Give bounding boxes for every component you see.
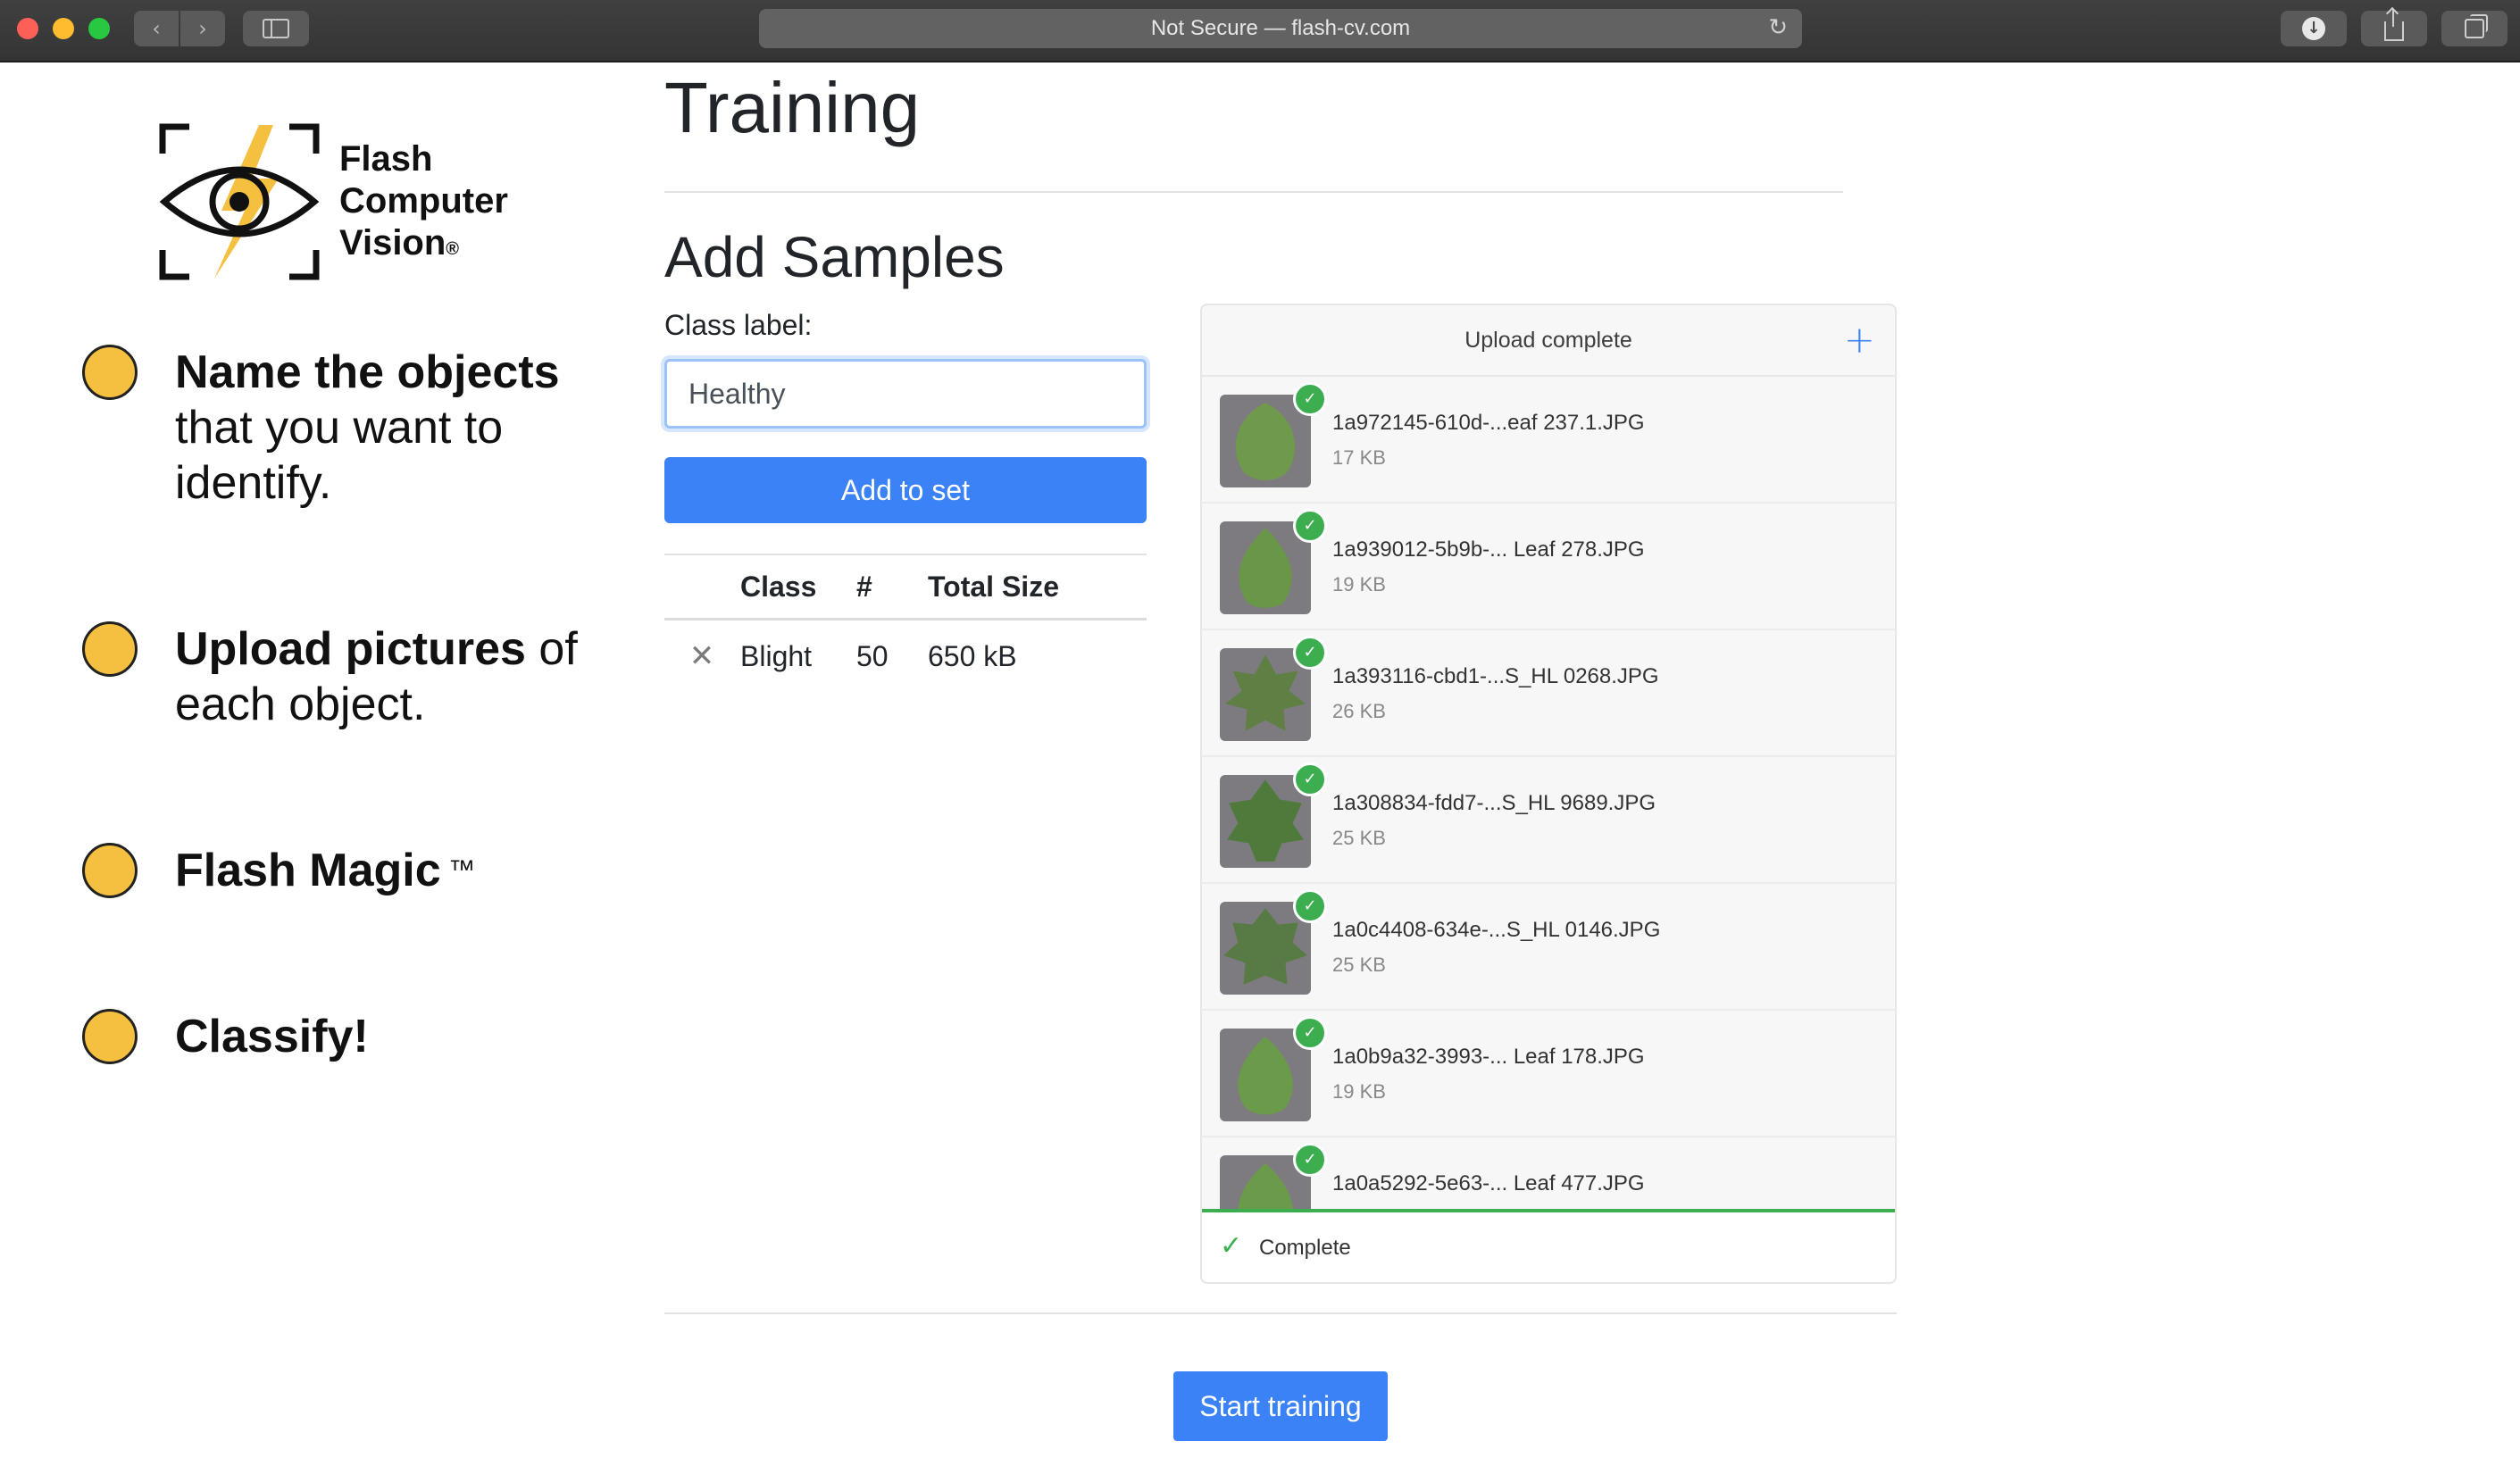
- table-header-row: Class # Total Size: [664, 554, 1147, 621]
- upload-footer: ✓ Complete: [1202, 1212, 1895, 1282]
- file-name: 1a0b9a32-3993-... Leaf 178.JPG: [1332, 1045, 1645, 1069]
- column-header-class: Class: [739, 554, 855, 621]
- class-name-cell: Blight: [740, 639, 813, 672]
- step-dot-icon: [82, 621, 138, 677]
- step-name-objects: Name the objects that you want to identi…: [82, 345, 577, 511]
- downloads-button[interactable]: ↓: [2281, 11, 2347, 46]
- file-size: 19 KB: [1332, 573, 1386, 596]
- column-header-count: #: [855, 554, 927, 621]
- close-window-button[interactable]: [17, 18, 38, 39]
- upload-success-icon: ✓: [1293, 509, 1327, 543]
- address-bar[interactable]: Not Secure — flash-cv.com ↻: [759, 9, 1802, 48]
- file-name: 1a0c4408-634e-...S_HL 0146.JPG: [1332, 918, 1661, 942]
- add-to-set-button[interactable]: Add to set: [664, 457, 1147, 523]
- upload-panel: Upload complete + ✓ 1a972145-610d-...eaf…: [1200, 304, 1897, 1284]
- step-flash-magic: Flash Magic ™: [82, 843, 475, 898]
- file-size: 17 KB: [1332, 446, 1386, 469]
- remove-class-icon[interactable]: ✕: [689, 638, 715, 674]
- sample-count-cell: 50: [856, 639, 889, 672]
- file-item: ✓ 1a393116-cbd1-...S_HL 0268.JPG 26 KB: [1202, 630, 1895, 757]
- upload-success-icon: ✓: [1293, 1016, 1327, 1050]
- registered-mark: ®: [446, 239, 460, 259]
- minimize-window-button[interactable]: [53, 18, 74, 39]
- step-dot-icon: [82, 1009, 138, 1064]
- file-item: ✓ 1a0c4408-634e-...S_HL 0146.JPG 25 KB: [1202, 884, 1895, 1011]
- upload-complete-text: Complete: [1259, 1236, 1351, 1260]
- brand-line-3: Vision: [339, 223, 446, 262]
- column-header-remove: [664, 554, 739, 621]
- total-size-cell: 650 kB: [928, 639, 1017, 672]
- brand-line-1: Flash: [339, 139, 433, 179]
- upload-success-icon: ✓: [1293, 382, 1327, 416]
- chevron-left-icon: ‹: [152, 16, 161, 41]
- back-button[interactable]: ‹: [134, 11, 179, 46]
- sidebar-toggle-button[interactable]: [243, 11, 309, 46]
- step-classify: Classify!: [82, 1009, 369, 1064]
- step-dot-icon: [82, 843, 138, 898]
- sidebar-icon: [263, 19, 289, 38]
- file-item: ✓ 1a939012-5b9b-... Leaf 278.JPG 19 KB: [1202, 504, 1895, 630]
- file-name: 1a939012-5b9b-... Leaf 278.JPG: [1332, 537, 1645, 562]
- step-upload-pictures: Upload pictures of each object.: [82, 621, 595, 732]
- upload-success-icon: ✓: [1293, 1143, 1327, 1177]
- upload-success-icon: ✓: [1293, 762, 1327, 796]
- class-label-input[interactable]: [664, 359, 1147, 429]
- brand-line-2: Computer: [339, 181, 508, 221]
- complete-check-icon: ✓: [1220, 1230, 1243, 1262]
- step-text: Flash Magic ™: [175, 845, 475, 896]
- chevron-right-icon: ›: [198, 16, 207, 41]
- section-title: Add Samples: [664, 225, 1005, 289]
- eye-logo-icon: [159, 123, 320, 280]
- file-name: 1a308834-fdd7-...S_HL 9689.JPG: [1332, 791, 1656, 815]
- add-more-files-icon[interactable]: +: [1844, 318, 1875, 362]
- file-item: ✓ 1a972145-610d-...eaf 237.1.JPG 17 KB: [1202, 377, 1895, 504]
- file-item: ✓ 1a0b9a32-3993-... Leaf 178.JPG 19 KB: [1202, 1011, 1895, 1137]
- divider: [664, 1312, 1897, 1314]
- upload-success-icon: ✓: [1293, 636, 1327, 670]
- file-size: 26 KB: [1332, 700, 1386, 722]
- file-name: 1a972145-610d-...eaf 237.1.JPG: [1332, 411, 1645, 435]
- file-size: 25 KB: [1332, 954, 1386, 976]
- tabs-icon: [2465, 14, 2488, 38]
- file-size: 25 KB: [1332, 827, 1386, 849]
- share-icon: [2384, 9, 2404, 41]
- upload-success-icon: ✓: [1293, 889, 1327, 923]
- upload-header: Upload complete +: [1202, 305, 1895, 377]
- reload-icon[interactable]: ↻: [1768, 14, 1788, 41]
- divider: [664, 191, 1843, 193]
- address-text: Not Secure — flash-cv.com: [1150, 16, 1411, 40]
- file-size: 19 KB: [1332, 1080, 1386, 1103]
- class-table: Class # Total Size ✕ Blight 50 650 kB: [664, 554, 1147, 692]
- file-name: 1a0a5292-5e63-... Leaf 477.JPG: [1332, 1171, 1645, 1195]
- forward-button[interactable]: ›: [180, 11, 225, 46]
- download-icon: ↓: [2302, 17, 2325, 40]
- browser-toolbar: ‹ › Not Secure — flash-cv.com ↻ ↓: [0, 0, 2520, 62]
- file-item: ✓ 1a308834-fdd7-...S_HL 9689.JPG 25 KB: [1202, 757, 1895, 884]
- start-training-button[interactable]: Start training: [1173, 1371, 1388, 1441]
- step-dot-icon: [82, 345, 138, 400]
- class-label-label: Class label:: [664, 309, 813, 341]
- step-text: Name the objects that you want to identi…: [175, 346, 560, 509]
- file-name: 1a393116-cbd1-...S_HL 0268.JPG: [1332, 664, 1659, 688]
- table-row: ✕ Blight 50 650 kB: [664, 620, 1147, 693]
- upload-status-text: Upload complete: [1464, 327, 1632, 353]
- share-button[interactable]: [2361, 9, 2427, 46]
- maximize-window-button[interactable]: [88, 18, 110, 39]
- brand-name: Flash Computer Vision®: [339, 138, 508, 271]
- page-title: Training: [664, 68, 921, 147]
- step-text: Classify!: [175, 1011, 369, 1062]
- show-tabs-button[interactable]: [2441, 11, 2507, 46]
- column-header-total-size: Total Size: [927, 554, 1147, 621]
- step-text: Upload pictures of each object.: [175, 623, 578, 730]
